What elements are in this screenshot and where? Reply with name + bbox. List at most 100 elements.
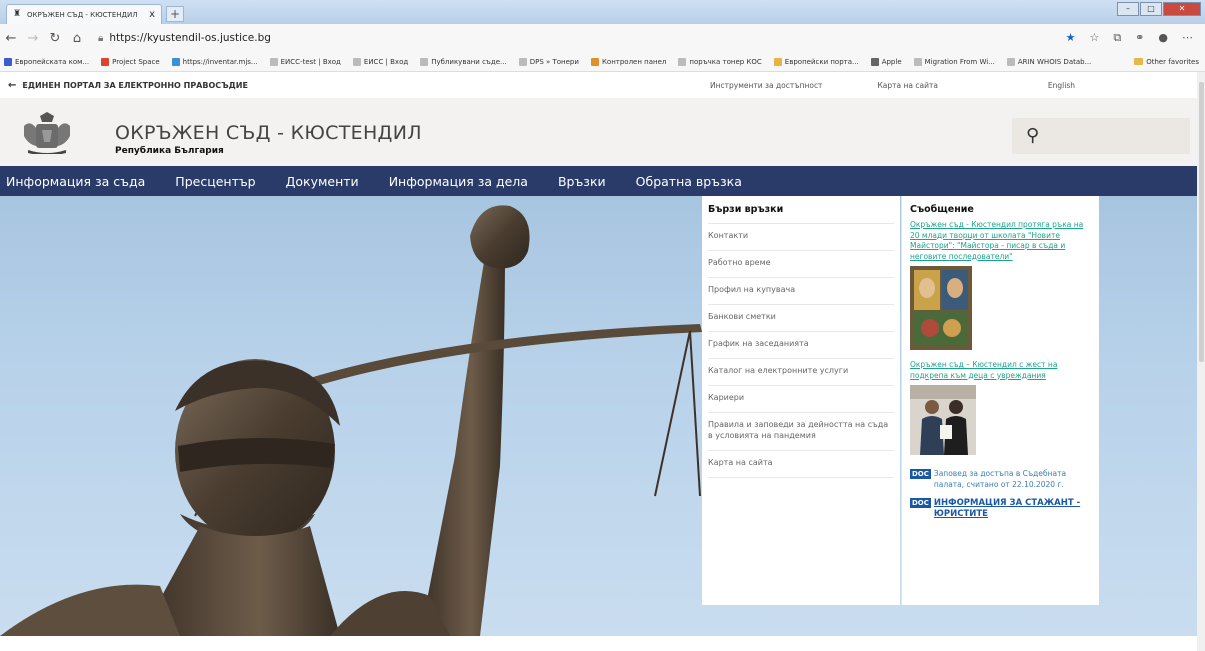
bookmark-label: DPS » Тонери [529, 57, 579, 66]
bookmark-favicon-icon [1006, 57, 1015, 66]
bookmark-favicon-icon [870, 57, 879, 66]
profile-icon[interactable]: ● [1158, 31, 1168, 45]
share-icon[interactable]: ⚭ [1135, 31, 1144, 45]
masters-painting-thumbnail[interactable] [910, 266, 972, 350]
bookmark-item[interactable]: Migration From Wi... [913, 57, 995, 66]
quick-links-panel: Бързи връзки Контакти Работно време Проф… [702, 196, 900, 605]
collections-icon[interactable]: ⧉ [1113, 31, 1121, 45]
nav-documents[interactable]: Документи [286, 174, 359, 189]
bookmark-item[interactable]: Публикувани съде... [420, 57, 507, 66]
message-link-masters[interactable]: Окръжен съд - Кюстендил протягa ръка на … [910, 220, 1091, 262]
bookmark-item[interactable]: ARIN WHOIS Datab... [1006, 57, 1092, 66]
bookmark-item[interactable]: Project Space [101, 57, 160, 66]
bookmark-item[interactable]: ЕИСС-test | Вход [269, 57, 341, 66]
bookmark-label: поръчка тонер КОС [689, 57, 762, 66]
messages-title: Съобщение [910, 204, 974, 215]
address-bar-row: ← → ↻ ⌂ 🔒︎ https://kyustendil-os.justice… [0, 24, 1205, 52]
coat-of-arms-icon[interactable] [22, 112, 72, 154]
bookmarks-bar: Европейската ком... Project Space https://… [0, 52, 1205, 72]
lock-icon: 🔒︎ [98, 32, 104, 44]
quick-link-hearing-schedule[interactable]: График на заседанията [708, 331, 894, 358]
bookmark-label: Project Space [112, 57, 160, 66]
site-subtitle: Република България [115, 146, 224, 156]
bookmark-label: ЕИСС | Вход [363, 57, 409, 66]
bookmark-item[interactable]: Европейски портa... [773, 57, 859, 66]
search-box[interactable]: ⚲ [1012, 118, 1190, 154]
portal-strip: ← ЕДИНЕН ПОРТАЛ ЗА ЕЛЕКТРОННО ПРАВОСЪДИЕ … [0, 72, 1205, 98]
nav-court-info[interactable]: Информация за съда [6, 174, 145, 189]
other-favorites-label: Other favorites [1146, 57, 1199, 66]
english-link[interactable]: English [1048, 81, 1075, 90]
bookmark-favicon-icon [4, 57, 12, 66]
quick-link-sitemap[interactable]: Карта на сайта [708, 450, 894, 478]
window-close-button[interactable]: ✕ [1163, 2, 1201, 16]
quick-link-contacts[interactable]: Контакти [708, 223, 894, 250]
bookmark-label: Контролен панел [601, 57, 667, 66]
message-link-children[interactable]: Окръжен съд – Кюстендил с жест на подкре… [910, 360, 1091, 381]
bookmark-item[interactable]: ЕИСС | Вход [352, 57, 409, 66]
bookmark-label: ЕИСС-test | Вход [280, 57, 341, 66]
messages-panel: Съобщение Окръжен съд - Кюстендил протяг… [901, 196, 1099, 605]
new-tab-button[interactable]: + [166, 6, 184, 22]
other-favorites[interactable]: Other favorites [1134, 58, 1199, 66]
site-title[interactable]: ОКРЪЖЕН СЪД - КЮСТЕНДИЛ [115, 122, 422, 144]
nav-press-center[interactable]: Пресцентър [175, 174, 255, 189]
bookmark-favicon-icon [773, 57, 782, 66]
bookmark-favicon-icon [269, 57, 278, 66]
quick-link-pandemic-rules[interactable]: Правила и заповеди за дейността на съда … [708, 412, 894, 450]
favorite-star-icon[interactable]: ★ [1066, 31, 1076, 45]
bookmark-label: Migration From Wi... [924, 57, 995, 66]
nav-case-info[interactable]: Информация за дела [389, 174, 528, 189]
browser-titlebar: ♜ ОКРЪЖЕН СЪД - КЮСТЕНДИЛ x + – □ ✕ [0, 0, 1205, 24]
bookmark-item[interactable]: https://inventar.mjs... [171, 57, 258, 66]
bookmark-favicon-icon [420, 57, 429, 66]
bookmark-favicon-icon [171, 57, 180, 66]
browser-tab[interactable]: ♜ ОКРЪЖЕН СЪД - КЮСТЕНДИЛ x [6, 4, 162, 24]
nav-feedback[interactable]: Обратна връзка [636, 174, 742, 189]
quick-link-working-hours[interactable]: Работно време [708, 250, 894, 277]
refresh-icon[interactable]: ↻ [44, 31, 66, 46]
forward-icon[interactable]: → [22, 31, 44, 46]
bookmark-favicon-icon [590, 57, 599, 66]
folder-icon [1134, 58, 1144, 65]
favorites-list-icon[interactable]: ☆ [1089, 31, 1099, 45]
doc-link-intern-label: ИНФОРМАЦИЯ ЗА СТАЖАНТ - ЮРИСТИТЕ [933, 498, 1081, 519]
back-icon[interactable]: ← [0, 31, 22, 46]
more-menu-icon[interactable]: ⋯ [1182, 31, 1193, 45]
main-navigation: Информация за съда Пресцентър Документи … [0, 166, 1205, 196]
doc-link-court-access-order[interactable]: DOC Заповед за достъпа в Съдебната палат… [910, 469, 1091, 490]
doc-link-intern-info[interactable]: DOC ИНФОРМАЦИЯ ЗА СТАЖАНТ - ЮРИСТИТЕ [910, 498, 1091, 519]
bookmark-item[interactable]: Контролен панел [590, 57, 667, 66]
tab-close-icon[interactable]: x [149, 9, 155, 20]
url-text: https://kyustendil-os.justice.bg [109, 32, 271, 44]
bookmark-label: Европейската ком... [15, 57, 90, 66]
quick-link-bank-accounts[interactable]: Банкови сметки [708, 304, 894, 331]
minimize-button[interactable]: – [1117, 2, 1139, 16]
bookmark-item[interactable]: поръчка тонер КОС [678, 57, 762, 66]
page-scrollbar-thumb[interactable] [1199, 82, 1204, 362]
doc-link-court-access-label: Заповед за достъпа в Съдебната палата, с… [933, 469, 1067, 489]
portal-link[interactable]: ← ЕДИНЕН ПОРТАЛ ЗА ЕЛЕКТРОННО ПРАВОСЪДИЕ [8, 80, 248, 91]
quick-link-e-services[interactable]: Каталог на електронните услуги [708, 358, 894, 385]
bookmark-item[interactable]: Apple [870, 57, 902, 66]
bookmark-label: ARIN WHOIS Datab... [1017, 57, 1092, 66]
quick-link-buyer-profile[interactable]: Профил на купувача [708, 277, 894, 304]
bookmark-favicon-icon [101, 57, 110, 66]
accessibility-tools-link[interactable]: Инструменти за достъпност [710, 81, 822, 90]
bookmark-item[interactable]: Европейската ком... [4, 57, 90, 66]
site-favicon-icon: ♜ [13, 9, 22, 19]
bookmark-label: https://inventar.mjs... [182, 57, 258, 66]
arrow-left-icon: ← [8, 79, 17, 91]
nav-links[interactable]: Връзки [558, 174, 606, 189]
address-field[interactable]: 🔒︎ https://kyustendil-os.justice.bg [98, 32, 271, 44]
bookmark-item[interactable]: DPS » Тонери [518, 57, 579, 66]
home-icon[interactable]: ⌂ [66, 31, 88, 46]
sitemap-top-link[interactable]: Карта на сайта [877, 81, 937, 90]
maximize-button[interactable]: □ [1140, 2, 1162, 16]
search-icon[interactable]: ⚲ [1026, 125, 1039, 146]
bookmark-label: Apple [881, 57, 902, 66]
quick-link-careers[interactable]: Кариери [708, 385, 894, 412]
children-support-photo-thumbnail[interactable] [910, 385, 976, 455]
bookmark-label: Европейски портa... [784, 57, 859, 66]
doc-badge-icon: DOC [910, 469, 931, 479]
